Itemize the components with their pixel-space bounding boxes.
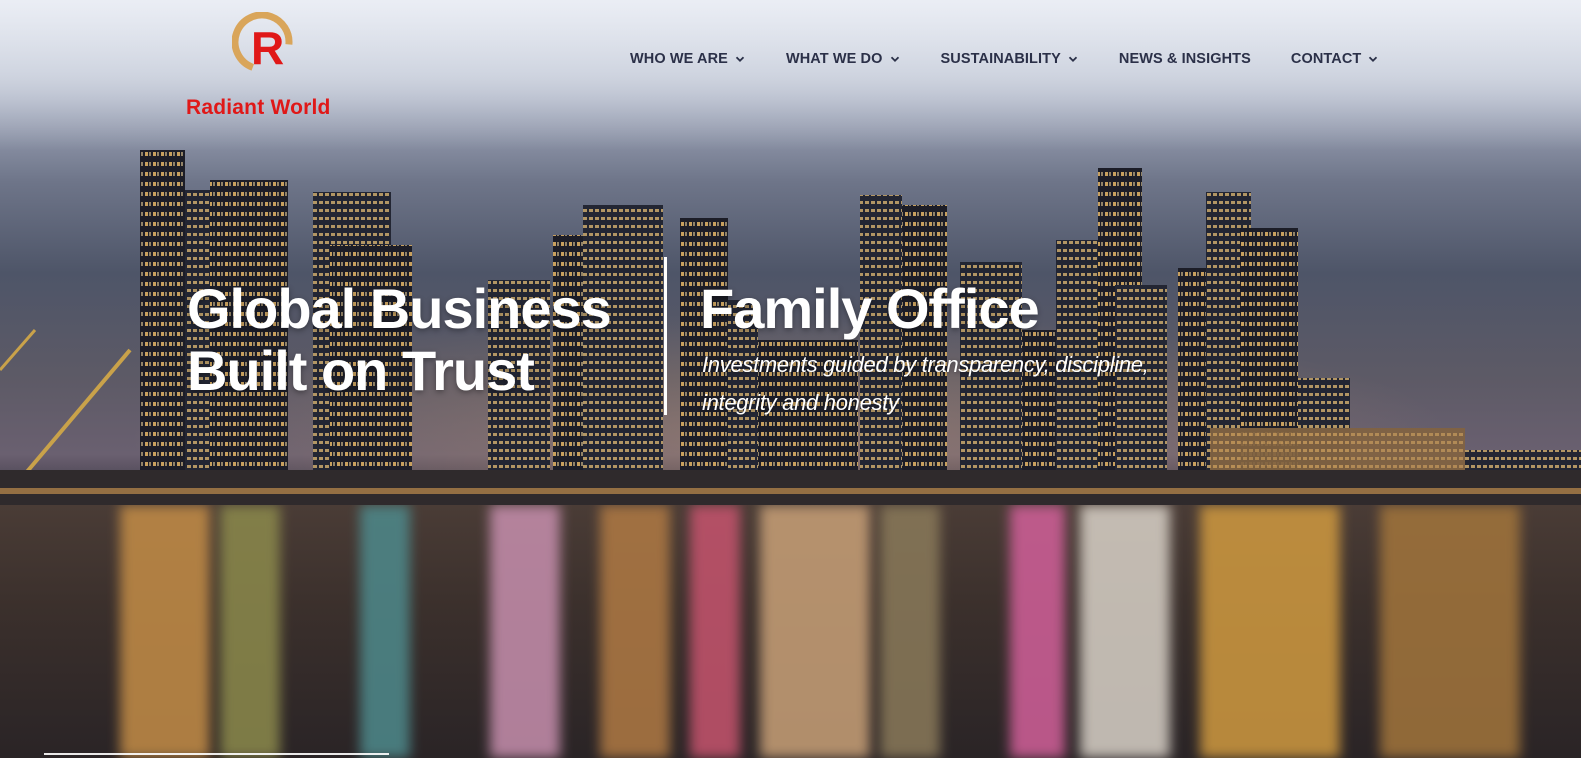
logo-wordmark: Radiant World — [186, 96, 331, 119]
hero-headline: Global Business Built on Trust — [187, 278, 657, 402]
hero-headline-line2: Built on Trust — [187, 339, 535, 402]
nav-item-what-we-do[interactable]: WHAT WE DO — [786, 51, 901, 67]
family-office-title: Family Office — [700, 277, 1040, 340]
nav-item-label: WHAT WE DO — [785, 51, 883, 67]
hero-divider — [664, 257, 667, 415]
hero-headline-line1: Global Business — [187, 277, 612, 340]
family-office-subtitle: Investments guided by transparency, disc… — [702, 352, 1149, 415]
logo-r-emblem-icon: R — [232, 12, 293, 74]
water-reflection — [0, 505, 1581, 758]
main-navigation: WHO WE ARE WHAT WE DO SUSTAINABILITY NEW… — [630, 47, 1379, 71]
nav-item-label: CONTACT — [1290, 51, 1362, 67]
nav-item-who-we-are[interactable]: WHO WE ARE — [630, 51, 746, 67]
slider-progress-line — [44, 753, 389, 755]
chevron-down-icon — [1369, 56, 1378, 62]
nav-item-label: WHO WE ARE — [630, 51, 728, 67]
chevron-down-icon — [735, 56, 745, 62]
nav-item-news-insights[interactable]: NEWS & INSIGHTS — [1119, 51, 1251, 67]
svg-text:R: R — [251, 22, 284, 74]
nav-item-contact[interactable]: CONTACT — [1291, 51, 1380, 67]
nav-item-label: NEWS & INSIGHTS — [1118, 51, 1251, 67]
chevron-down-icon — [890, 56, 899, 62]
chevron-down-icon — [1068, 56, 1078, 62]
site-logo[interactable]: R Radiant World — [182, 12, 352, 119]
nav-item-sustainability[interactable]: SUSTAINABILITY — [941, 51, 1079, 67]
nav-item-label: SUSTAINABILITY — [940, 51, 1061, 67]
